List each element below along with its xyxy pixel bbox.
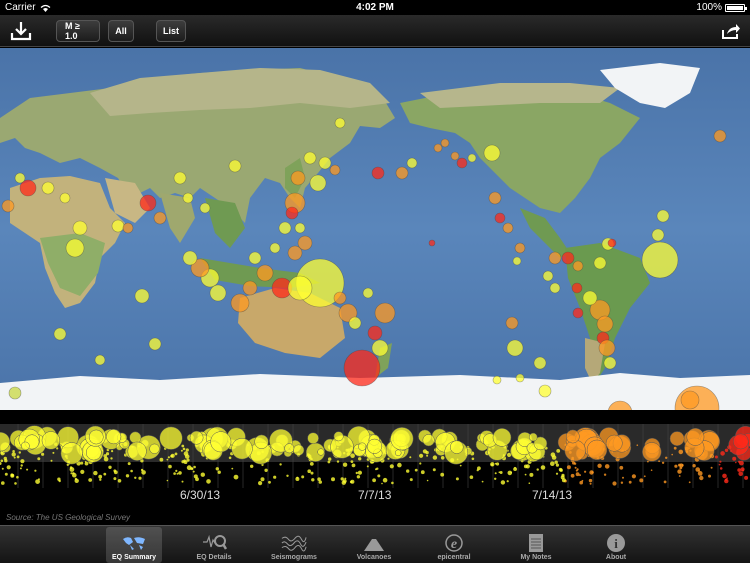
period-filter-button[interactable]: All (108, 20, 134, 42)
notepad-icon (523, 533, 549, 553)
tab-label: EQ Details (196, 554, 232, 561)
list-button[interactable]: List (156, 20, 186, 42)
timeline-date-label: 7/14/13 (532, 488, 573, 502)
timeline-chart (0, 424, 750, 488)
tab-label: About (605, 554, 627, 561)
source-attribution: Source: The US Geological Survey (6, 513, 131, 522)
battery-percent: 100% (696, 2, 722, 13)
share-icon[interactable] (718, 20, 744, 42)
tab-label: Volcanoes (356, 554, 392, 561)
magnitude-filter-button[interactable]: M ≥ 1.0 (56, 20, 100, 42)
toolbar: M ≥ 1.0 All List (0, 15, 750, 47)
epicentral-logo-icon: e (441, 533, 467, 553)
status-time: 4:02 PM (356, 2, 394, 13)
tab-bar: EQ Summary EQ Details Seismograms Volcan… (0, 525, 750, 563)
world-map-graphic (0, 48, 750, 410)
info-icon: i (603, 533, 629, 553)
volcano-icon (361, 533, 387, 553)
svg-text:e: e (451, 537, 457, 552)
timeline-date-label: 6/30/13 (180, 488, 221, 502)
earthquake-timeline[interactable]: 6/30/13 7/7/13 7/14/13 (0, 410, 750, 525)
tab-eq-details[interactable]: EQ Details (186, 527, 242, 563)
timeline-date-label: 7/7/13 (358, 488, 392, 502)
tab-my-notes[interactable]: My Notes (508, 527, 564, 563)
status-bar: Carrier 4:02 PM 100% (0, 0, 750, 15)
seismogram-icon (281, 533, 307, 553)
tab-label: Seismograms (271, 554, 317, 561)
tab-label: EQ Summary (112, 554, 156, 561)
world-map-icon (121, 533, 147, 553)
tab-seismograms[interactable]: Seismograms (266, 527, 322, 563)
magnifier-icon (201, 533, 227, 553)
tab-eq-summary[interactable]: EQ Summary (106, 527, 162, 563)
earthquake-world-map[interactable] (0, 48, 750, 410)
tab-about[interactable]: i About (588, 527, 644, 563)
battery-icon (725, 3, 747, 12)
status-battery: 100% (696, 2, 747, 13)
tab-label: epicentral (437, 554, 471, 561)
tab-label: My Notes (520, 554, 552, 561)
download-icon[interactable] (8, 20, 34, 42)
tab-volcanoes[interactable]: Volcanoes (346, 527, 402, 563)
tab-epicentral[interactable]: e epicentral (426, 527, 482, 563)
svg-text:i: i (614, 536, 618, 551)
